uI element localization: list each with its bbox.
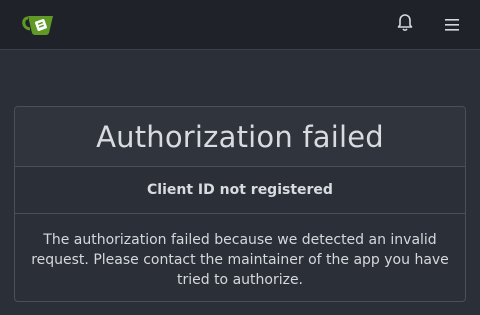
bell-icon[interactable] (395, 13, 415, 33)
gitea-logo-icon[interactable] (22, 12, 56, 38)
error-subtitle: Client ID not registered (147, 182, 333, 198)
error-card: Authorization failed Client ID not regis… (14, 106, 466, 302)
top-navbar (0, 0, 480, 50)
page-title: Authorization failed (96, 119, 384, 154)
error-message: The authorization failed because we dete… (31, 232, 449, 288)
hamburger-menu-icon[interactable] (442, 15, 462, 35)
card-header: Authorization failed (15, 107, 465, 167)
card-subheader: Client ID not registered (15, 167, 465, 214)
card-body: The authorization failed because we dete… (15, 214, 465, 290)
